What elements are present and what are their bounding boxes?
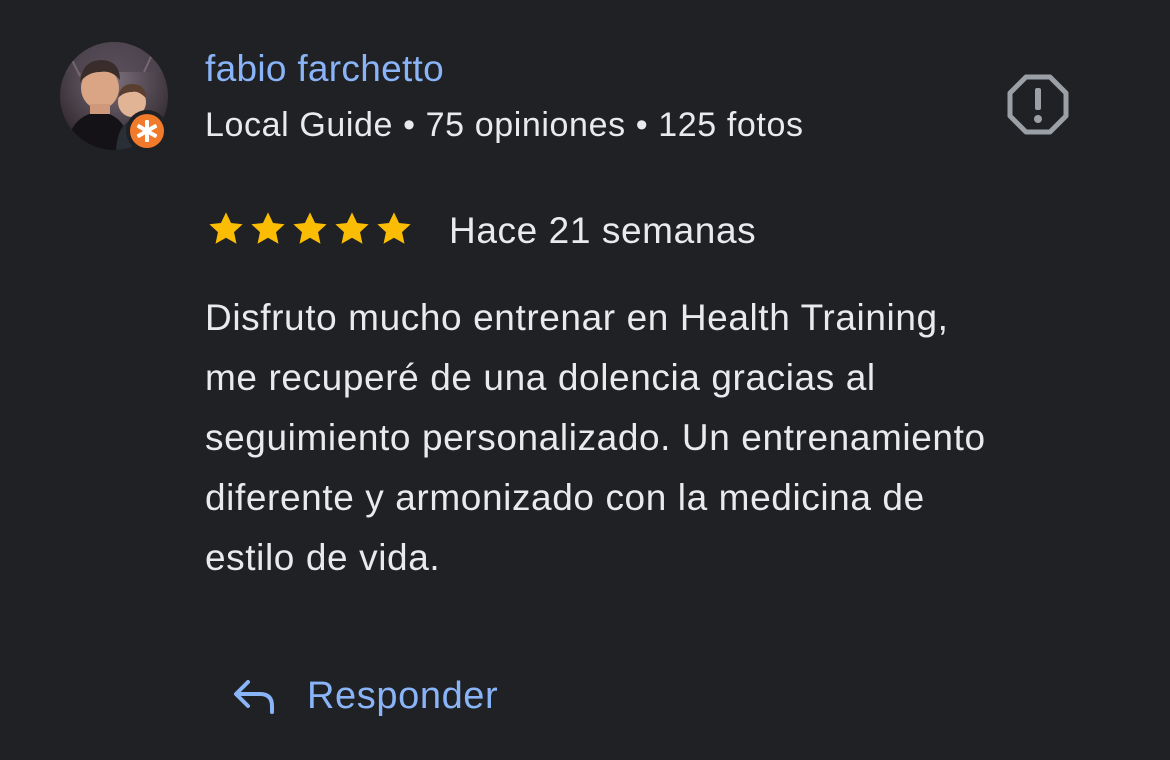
star-icon — [377, 212, 411, 244]
review-text-line: diferente y armonizado con la medicina d… — [205, 477, 925, 518]
reply-label: Responder — [307, 674, 499, 717]
star-icon — [251, 212, 285, 244]
star-icon — [335, 212, 369, 244]
review-text-line: Disfruto mucho entrenar en Health Traini… — [205, 297, 949, 338]
star-icon — [209, 212, 243, 244]
review-text-line: me recuperé de una dolencia gracias al — [205, 357, 876, 398]
star-icon — [293, 212, 327, 244]
star-rating — [205, 208, 415, 250]
report-flag-icon — [1007, 74, 1069, 135]
review-card: fabio farchetto Local Guide • 75 opinion… — [0, 0, 1170, 760]
review-text-line: seguimiento personalizado. Un entrenamie… — [205, 417, 986, 458]
reply-button[interactable]: Responder — [228, 664, 498, 728]
review-text-line: estilo de vida. — [205, 537, 441, 578]
reviewer-meta: Local Guide • 75 opiniones • 125 fotos — [205, 106, 804, 144]
review-date: Hace 21 semanas — [449, 210, 757, 251]
report-button[interactable] — [1006, 72, 1070, 136]
review-text: Disfruto mucho entrenar en Health Traini… — [205, 288, 1125, 588]
reply-arrow-icon — [234, 680, 274, 714]
reviewer-name[interactable]: fabio farchetto — [205, 48, 444, 90]
local-guide-badge — [126, 110, 168, 152]
reviewer-avatar-button[interactable] — [60, 42, 170, 152]
local-guide-star-badge-icon — [127, 111, 167, 151]
